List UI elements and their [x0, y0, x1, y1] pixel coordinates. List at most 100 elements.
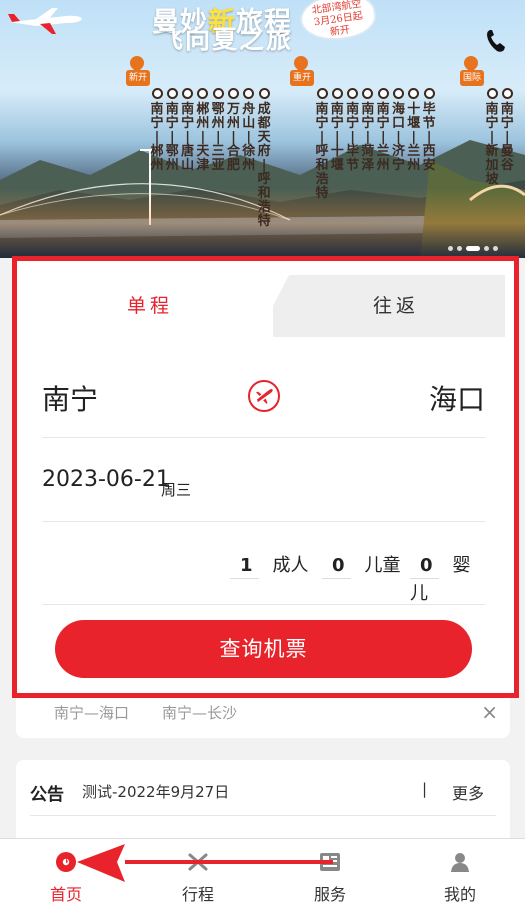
- news-icon: [320, 853, 340, 871]
- tab-divider: [257, 275, 289, 337]
- route-char: 浩: [257, 200, 271, 215]
- infants-count[interactable]: 0: [410, 555, 439, 579]
- route-char: 南: [361, 102, 375, 117]
- search-flights-button[interactable]: 查询机票: [55, 620, 472, 678]
- route-char: 泽: [361, 158, 375, 173]
- carousel-dots[interactable]: [448, 236, 502, 255]
- route-char: |: [504, 130, 510, 145]
- route-char: |: [154, 130, 160, 145]
- notice-more-link[interactable]: 更多: [452, 780, 484, 804]
- route-dot: [362, 88, 374, 99]
- route-dot: [347, 88, 359, 99]
- route-column: 海口 | 济宁: [392, 88, 406, 173]
- route-char: 宁: [500, 116, 514, 131]
- route-char: 州: [226, 116, 240, 131]
- adults-label: 成人: [272, 555, 309, 576]
- route-column: 南宁 | 菏泽: [361, 88, 375, 173]
- route-column: 万州 | 合肥: [227, 88, 241, 173]
- route-char: 合: [226, 144, 240, 159]
- tab-one-way[interactable]: 单程: [27, 275, 273, 337]
- route-char: |: [215, 130, 221, 145]
- route-char: |: [319, 130, 325, 145]
- departure-date[interactable]: 2023-06-21: [42, 467, 170, 492]
- children-label: 儿童: [364, 555, 401, 576]
- route-dot: [423, 88, 435, 99]
- route-char: 菏: [361, 144, 375, 159]
- children-count[interactable]: 0: [322, 555, 351, 579]
- route-char: |: [489, 130, 495, 145]
- tab-round-trip[interactable]: 往返: [257, 275, 505, 337]
- history-item[interactable]: 南宁—长沙: [162, 702, 237, 723]
- route-char: |: [334, 130, 340, 145]
- route-column: 十堰 | 兰州: [407, 88, 421, 173]
- route-char: 谷: [500, 158, 514, 173]
- route-char: 南: [330, 102, 344, 117]
- infants-selector[interactable]: 0 婴儿: [410, 551, 485, 604]
- nav-services[interactable]: 服务: [280, 839, 380, 905]
- route-char: |: [185, 130, 190, 145]
- route-char: 都: [257, 116, 271, 131]
- route-char: 宁: [361, 116, 375, 131]
- route-dot: [377, 88, 389, 99]
- route-tag-new: 新开: [126, 70, 151, 86]
- divider: [30, 815, 496, 816]
- nav-label: 首页: [49, 885, 82, 904]
- route-char: 宁: [150, 116, 164, 131]
- route-column: 南宁 | 鄂州: [165, 88, 179, 173]
- passenger-row: 1 成人 0 儿童 0 婴儿: [42, 523, 485, 605]
- route-char: 宁: [315, 116, 329, 131]
- route-char: 安: [422, 158, 436, 173]
- route-dot: [228, 88, 239, 99]
- route-char: 兰: [407, 144, 421, 159]
- close-icon[interactable]: ×: [481, 700, 498, 724]
- route-char: 山: [181, 158, 195, 173]
- route-char: 兰: [376, 144, 390, 159]
- route-char: 天: [257, 130, 271, 145]
- notice-label: 公告: [30, 785, 64, 805]
- nav-home[interactable]: 首页: [16, 839, 116, 905]
- route-column: 南宁 | 唐山: [181, 88, 195, 173]
- promo-banner[interactable]: 曼妙新旅程 飞向夏之旅 北部湾航空 3月26日起 新开 新开 重开 国际 南宁 |…: [0, 0, 525, 258]
- adults-count[interactable]: 1: [230, 555, 259, 579]
- adults-selector[interactable]: 1 成人: [230, 551, 309, 581]
- route-char: 南: [315, 102, 329, 117]
- nav-trips[interactable]: 行程: [148, 839, 248, 905]
- banner-slogan-line2: 飞向夏之旅: [158, 25, 294, 54]
- swap-cities-icon[interactable]: [248, 380, 280, 412]
- route-char: 宁: [391, 158, 405, 173]
- route-tag-international: 国际: [460, 70, 485, 86]
- route-dot: [166, 88, 178, 99]
- children-selector[interactable]: 0 儿童: [322, 551, 401, 581]
- route-char: 鄂: [211, 102, 225, 117]
- nav-profile[interactable]: 我的: [410, 839, 510, 905]
- route-char: 津: [196, 158, 210, 173]
- route-char: |: [396, 130, 401, 145]
- departure-city[interactable]: 南宁: [42, 378, 98, 418]
- history-item[interactable]: 南宁—海口: [54, 702, 129, 723]
- route-char: |: [380, 130, 386, 145]
- nav-label: 行程: [181, 885, 214, 904]
- route-column: 鄂州 | 三亚: [211, 88, 225, 173]
- route-char: |: [411, 130, 417, 145]
- route-char: 宁: [485, 116, 499, 131]
- route-char: 曼: [500, 144, 514, 159]
- route-column: 南宁 | 呼和浩特: [315, 88, 329, 201]
- route-column: 南宁 | 新加坡: [485, 88, 499, 187]
- arrival-city[interactable]: 海口: [429, 378, 485, 418]
- route-char: 西: [422, 144, 436, 159]
- route-char: 十: [407, 102, 421, 117]
- route-char: 府: [257, 144, 271, 159]
- route-char: 呼: [257, 172, 271, 187]
- route-char: 特: [257, 214, 271, 229]
- notice-text[interactable]: 测试-2022年9月27日: [82, 781, 229, 802]
- search-history: 南宁—海口 南宁—长沙 ×: [16, 698, 510, 738]
- route-char: 徐: [242, 144, 256, 159]
- route-char: 郴: [196, 102, 210, 117]
- route-dot: [151, 88, 163, 99]
- date-selector-row[interactable]: 2023-06-21 周三: [42, 439, 485, 522]
- phone-icon[interactable]: [485, 28, 507, 54]
- route-char: |: [261, 158, 267, 173]
- route-char: 州: [150, 158, 164, 173]
- airplane-icon: [8, 8, 82, 34]
- route-dot: [182, 88, 194, 99]
